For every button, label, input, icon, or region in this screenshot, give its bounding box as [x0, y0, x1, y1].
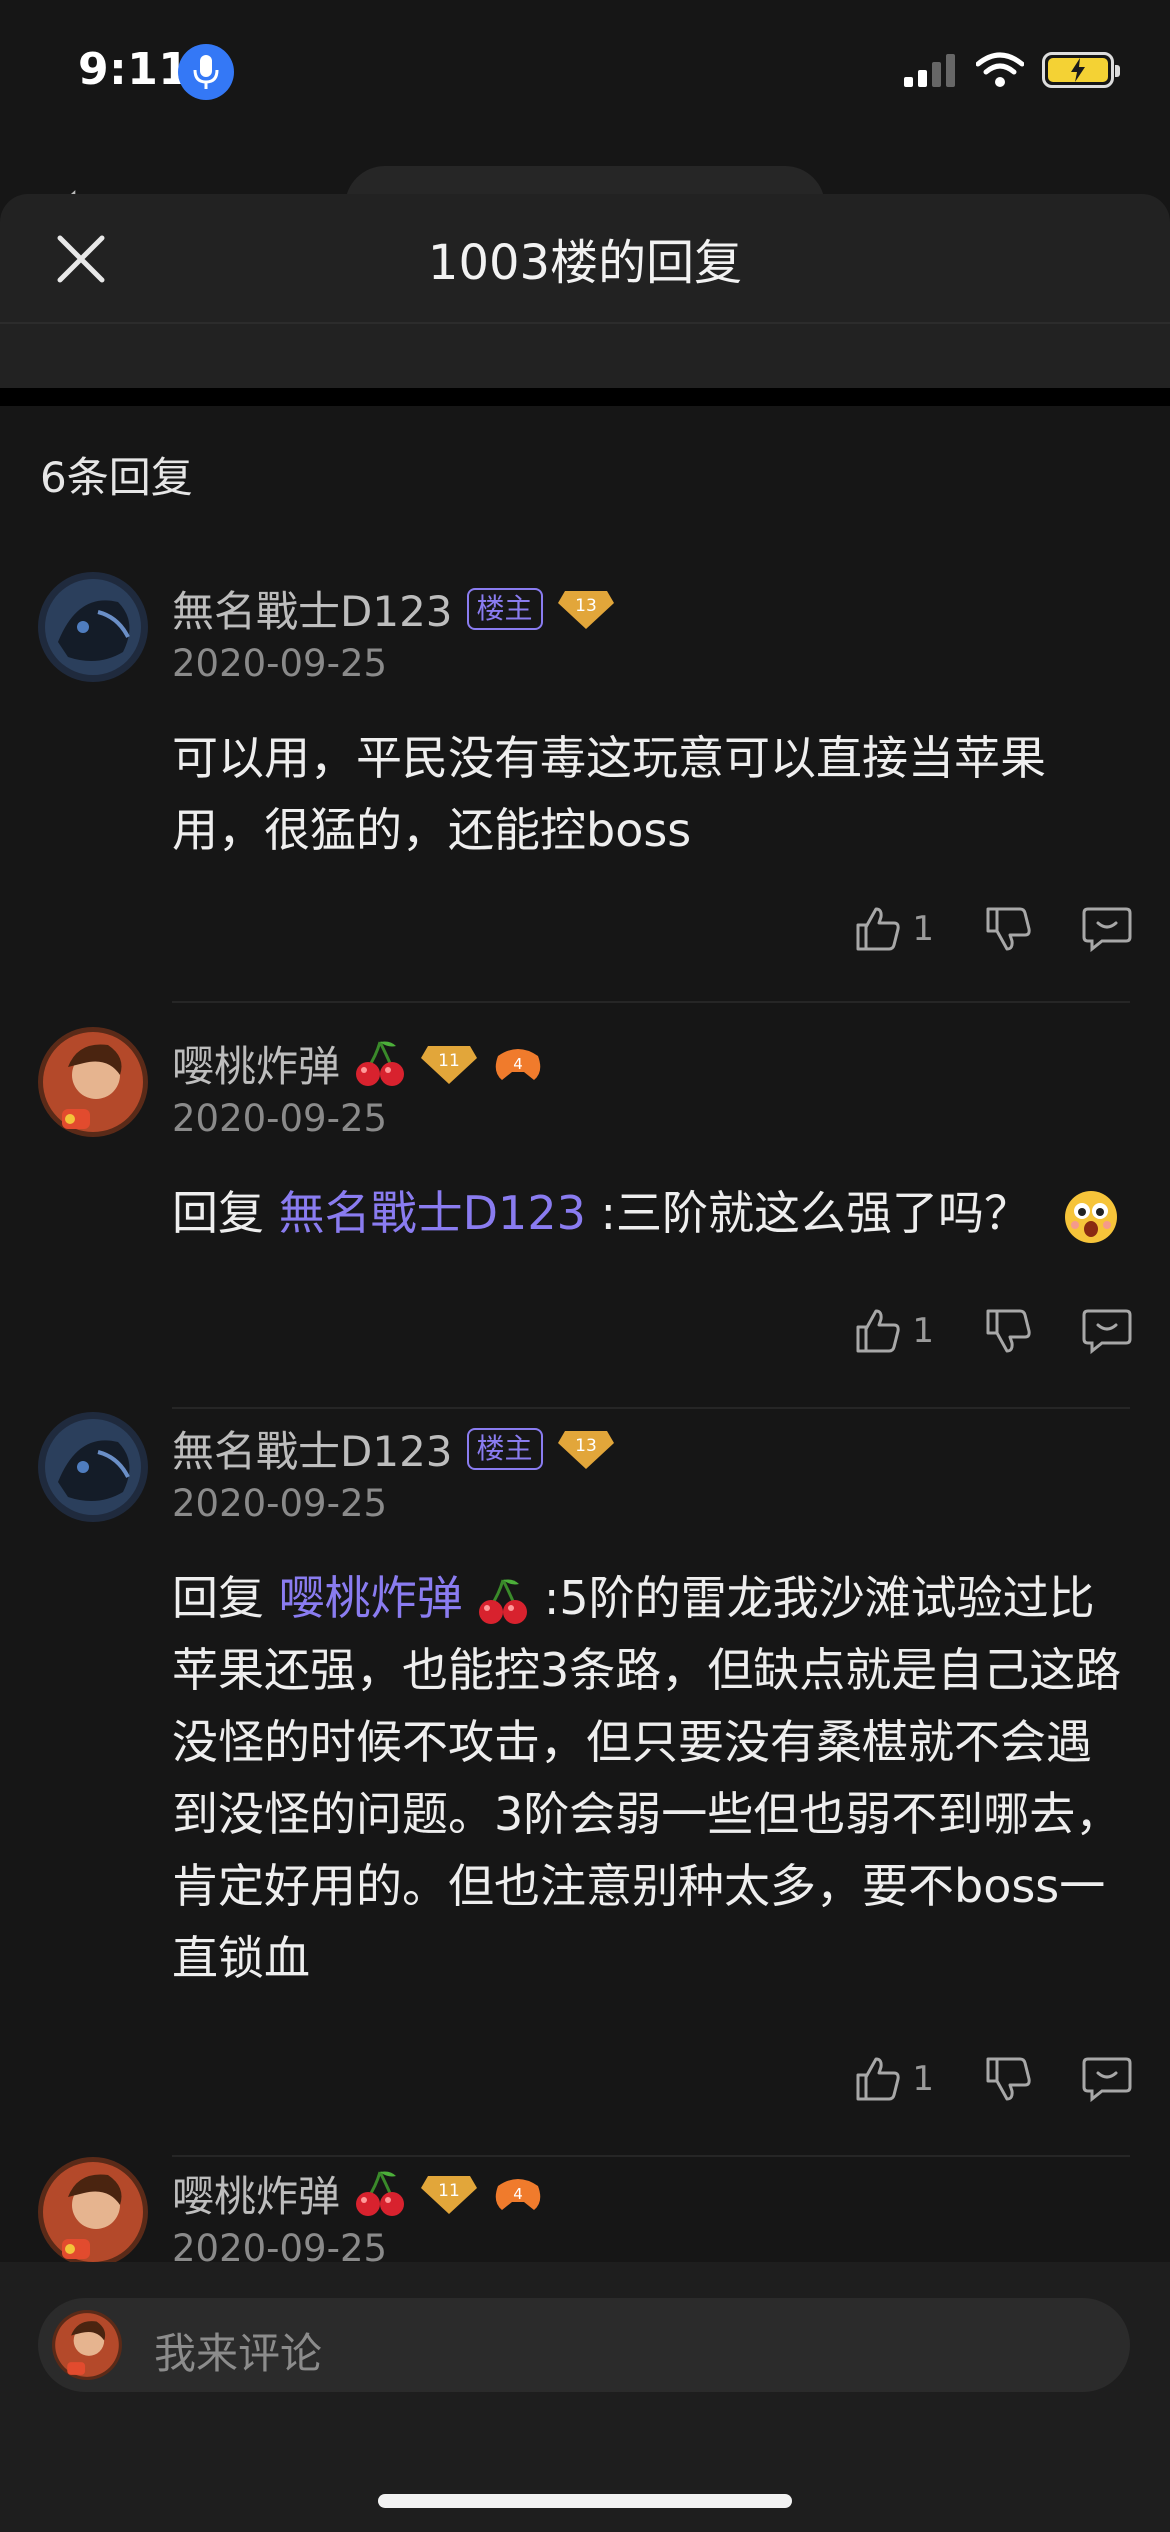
- level-badge-icon: 13: [557, 590, 614, 629]
- author-row: 嘤桃炸弹 11 4: [172, 2163, 544, 2224]
- dislike-button[interactable]: [984, 905, 1032, 953]
- reply-body: :5阶的雷龙我沙滩试验过比苹果还强，也能控3条路，但缺点就是自己这路没怪的时候不…: [172, 1571, 1122, 1985]
- divider: [172, 1407, 1130, 1409]
- extra-level-number: 4: [513, 1055, 523, 1073]
- level-badge-icon: 13: [557, 1430, 614, 1469]
- user-avatar: [52, 2310, 122, 2380]
- owner-badge: 楼主: [466, 1427, 543, 1470]
- divider: [172, 1001, 1130, 1003]
- author-row: 嘤桃炸弹 11 4: [172, 1033, 544, 1094]
- comment-item: 嘤桃炸弹 11 4 2020-09-25 回复 無名戰士D123 :三阶就这么强…: [0, 1027, 1170, 1409]
- dislike-button[interactable]: [984, 2055, 1032, 2103]
- author-name[interactable]: 無名戰士D123: [172, 578, 453, 639]
- status-time: 9:11: [78, 44, 190, 95]
- comment-date: 2020-09-25: [172, 1482, 388, 1525]
- like-button[interactable]: 1: [854, 1307, 934, 1355]
- cherry-icon: [356, 2170, 405, 2216]
- surprised-emoji-icon: [1064, 1190, 1117, 1243]
- like-button[interactable]: 1: [854, 2055, 934, 2103]
- comment-item: 無名戰士D123 楼主 13 2020-09-25 回复 嘤桃炸弹 :5阶的雷龙…: [0, 1412, 1170, 2157]
- game-badge-icon: 4: [495, 1048, 541, 1080]
- comment-bubble-icon: [1082, 1309, 1132, 1355]
- screen: 9:11 ‹ 1003楼的回复 6条回复 無名戰士D123 楼主 13 2020…: [0, 0, 1170, 2532]
- reply-button[interactable]: [1082, 1307, 1132, 1355]
- thumbs-up-icon: [856, 907, 901, 951]
- microphone-icon: [178, 44, 234, 100]
- level-badge-icon: 11: [421, 1045, 478, 1084]
- comment-input[interactable]: 我来评论: [38, 2298, 1130, 2392]
- owner-badge: 楼主: [466, 587, 543, 630]
- mention-link[interactable]: 嘤桃炸弹: [279, 1571, 463, 1625]
- avatar[interactable]: [38, 2157, 148, 2267]
- comment-actions: 1: [854, 905, 1132, 953]
- reply-count: 6条回复: [40, 453, 193, 502]
- avatar[interactable]: [38, 572, 148, 682]
- close-icon: [57, 235, 105, 283]
- comment-composer-bar: 我来评论: [0, 2262, 1170, 2532]
- battery-icon: [1042, 52, 1120, 88]
- thumbs-up-icon: [856, 1309, 901, 1353]
- like-button[interactable]: 1: [854, 905, 934, 953]
- avatar[interactable]: [38, 1412, 148, 1522]
- comment-actions: 1: [854, 2055, 1132, 2103]
- thumbs-down-icon: [986, 1309, 1031, 1353]
- wifi-icon: [976, 52, 1024, 87]
- separator-band: [0, 388, 1170, 406]
- like-count: 1: [912, 1311, 934, 1351]
- status-bar: 9:11: [0, 0, 1170, 150]
- comment-date: 2020-09-25: [172, 642, 388, 685]
- comment-item: 無名戰士D123 楼主 13 2020-09-25 可以用，平民没有毒这玩意可以…: [0, 572, 1170, 1003]
- reply-button[interactable]: [1082, 905, 1132, 953]
- author-name[interactable]: 嘤桃炸弹: [172, 2163, 340, 2224]
- level-number: 11: [438, 1051, 460, 1071]
- author-name[interactable]: 無名戰士D123: [172, 1418, 453, 1479]
- comment-actions: 1: [854, 1307, 1132, 1355]
- level-number: 13: [575, 1436, 597, 1456]
- comment-bubble-icon: [1082, 2057, 1132, 2103]
- extra-level-number: 4: [513, 2185, 523, 2203]
- cherry-icon: [479, 1578, 528, 1624]
- header-band: [0, 324, 1170, 388]
- level-badge-icon: 11: [421, 2175, 478, 2214]
- thumbs-down-icon: [986, 907, 1031, 951]
- reply-button[interactable]: [1082, 2055, 1132, 2103]
- status-icons: [904, 52, 1120, 88]
- avatar[interactable]: [38, 1027, 148, 1137]
- home-indicator[interactable]: [378, 2494, 792, 2508]
- replies-sheet: 1003楼的回复 6条回复 無名戰士D123 楼主 13 2020-09-25 …: [0, 194, 1170, 2532]
- author-row: 無名戰士D123 楼主 13: [172, 578, 615, 639]
- reply-prefix: 回复: [172, 1186, 264, 1240]
- mention-link[interactable]: 無名戰士D123: [279, 1186, 586, 1240]
- thumbs-up-icon: [856, 2057, 901, 2101]
- like-count: 1: [912, 909, 934, 949]
- sheet-header: 1003楼的回复: [0, 194, 1170, 324]
- comment-input-placeholder: 我来评论: [154, 2329, 323, 2378]
- reply-prefix: 回复: [172, 1571, 264, 1625]
- comment-text: 可以用，平民没有毒这玩意可以直接当苹果用，很猛的，还能控boss: [172, 731, 1046, 857]
- level-number: 11: [438, 2181, 460, 2201]
- like-count: 1: [912, 2059, 934, 2099]
- comment-date: 2020-09-25: [172, 1097, 388, 1140]
- level-number: 13: [575, 596, 597, 616]
- cellular-signal-icon: [904, 54, 955, 87]
- comment-text: 回复 嘤桃炸弹 :5阶的雷龙我沙滩试验过比苹果还强，也能控3条路，但缺点就是自己…: [172, 1562, 1122, 1994]
- sheet-title: 1003楼的回复: [427, 235, 743, 291]
- dislike-button[interactable]: [984, 1307, 1032, 1355]
- thumbs-down-icon: [986, 2057, 1031, 2101]
- reply-body: :三阶就这么强了吗？: [600, 1186, 1030, 1240]
- author-row: 無名戰士D123 楼主 13: [172, 1418, 615, 1479]
- comment-bubble-icon: [1082, 907, 1132, 953]
- author-name[interactable]: 嘤桃炸弹: [172, 1033, 340, 1094]
- comment-text: 回复 無名戰士D123 :三阶就这么强了吗？: [172, 1177, 1162, 1249]
- cherry-icon: [356, 1040, 405, 1086]
- game-badge-icon: 4: [495, 2178, 541, 2210]
- close-button[interactable]: [50, 228, 112, 290]
